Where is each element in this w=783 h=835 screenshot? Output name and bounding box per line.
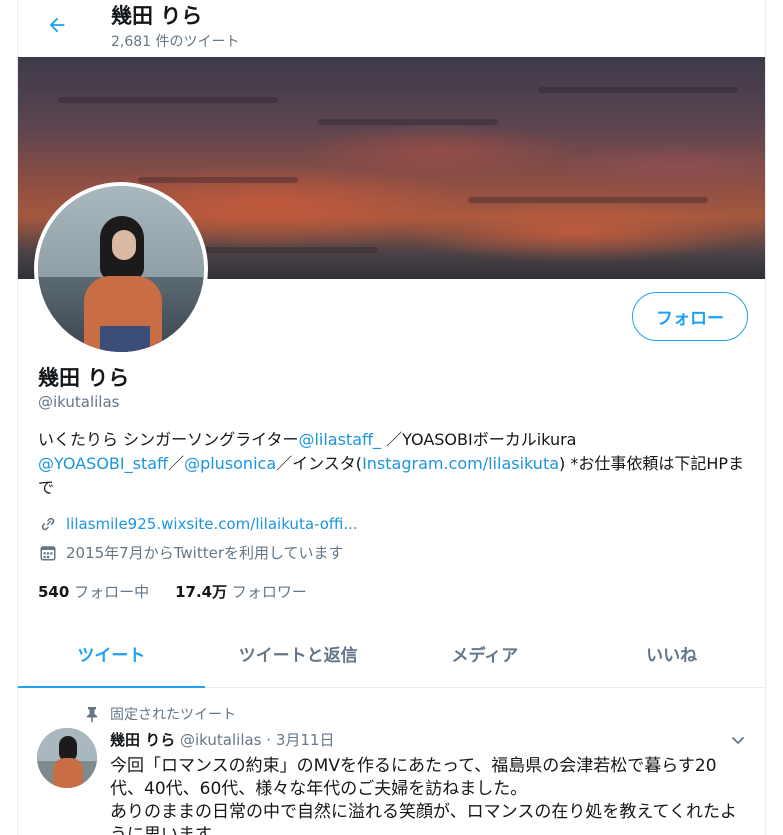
followers-count: 17.4万 [175,583,228,601]
tweet-author-name[interactable]: 幾田 りら [110,731,175,749]
pin-icon [84,706,100,722]
tweet-text-line: ありのままの日常の中で自然に溢れる笑顔が、ロマンスの在り処を教えてくれたように思… [110,802,737,835]
profile-website: lilasmile925.wixsite.com/lilaikuta-offi.… [38,514,358,534]
bio-text: ／ [168,454,185,473]
tweet-header: 幾田 りら @ikutalilas · 3月11日 [110,729,334,750]
following-label: フォロー中 [74,583,150,601]
website-link[interactable]: lilasmile925.wixsite.com/lilaikuta-offi.… [66,515,358,533]
tweet-avatar[interactable] [37,728,97,788]
follow-button[interactable]: フォロー [632,292,748,341]
following-stat[interactable]: 540 フォロー中 [38,581,149,602]
chevron-down-icon[interactable] [728,730,748,750]
tweet-text-line: 今回「ロマンスの約束」のMVを作るにあたって、福島県の会津若松で暮らす20代、4… [110,756,717,799]
followers-label: フォロワー [231,583,307,601]
tab-tweets[interactable]: ツイート [18,620,205,688]
tab-media[interactable]: メディア [392,620,579,687]
profile-bio: いくたりら シンガーソングライター@lilastaff_ ／YOASOBIボーカ… [38,428,748,500]
bio-link-yoasobi-staff[interactable]: @YOASOBI_staff [38,454,168,473]
tweet-count: 2,681 件のツイート [111,34,240,50]
back-arrow-icon[interactable] [40,8,74,42]
tweet-date[interactable]: 3月11日 [276,731,335,749]
tweet-separator: · [266,731,272,749]
profile-joined: 2015年7月からTwitterを利用しています [38,542,344,563]
header-title: 幾田 りら [111,4,203,28]
followers-stat[interactable]: 17.4万 フォロワー [175,581,307,602]
tweet-text: 今回「ロマンスの約束」のMVを作るにあたって、福島県の会津若松で暮らす20代、4… [110,755,750,835]
tweet-author-handle[interactable]: @ikutalilas [180,731,261,749]
tab-likes[interactable]: いいね [578,620,765,687]
profile-avatar[interactable] [34,182,208,356]
bio-link-plusonica[interactable]: @plusonica [184,454,276,473]
bio-text: ／YOASOBIボーカルikura [381,430,577,449]
link-icon [38,514,58,534]
pinned-label: 固定されたツイート [110,707,236,723]
bio-text: いくたりら シンガーソングライター [38,430,299,449]
profile-handle: @ikutalilas [38,393,120,411]
profile-tabs: ツイート ツイートと返信 メディア いいね [18,620,765,688]
following-count: 540 [38,583,70,601]
profile-column: 幾田 りら 2,681 件のツイート フォロー 幾田 りら @ikutalila… [17,0,766,835]
bio-link-lilastaff[interactable]: @lilastaff_ [298,430,381,449]
calendar-icon [38,543,58,563]
profile-name: 幾田 りら [38,366,130,390]
bio-text: ／インスタ( [276,454,363,473]
pinned-label-row: 固定されたツイート [84,704,236,724]
profile-stats: 540 フォロー中 17.4万 フォロワー [38,581,307,602]
profile-header: 幾田 りら 2,681 件のツイート [18,0,765,57]
joined-text: 2015年7月からTwitterを利用しています [66,544,344,562]
bio-link-instagram[interactable]: Instagram.com/lilasikuta [362,454,559,473]
tab-tweets-and-replies[interactable]: ツイートと返信 [205,620,392,687]
